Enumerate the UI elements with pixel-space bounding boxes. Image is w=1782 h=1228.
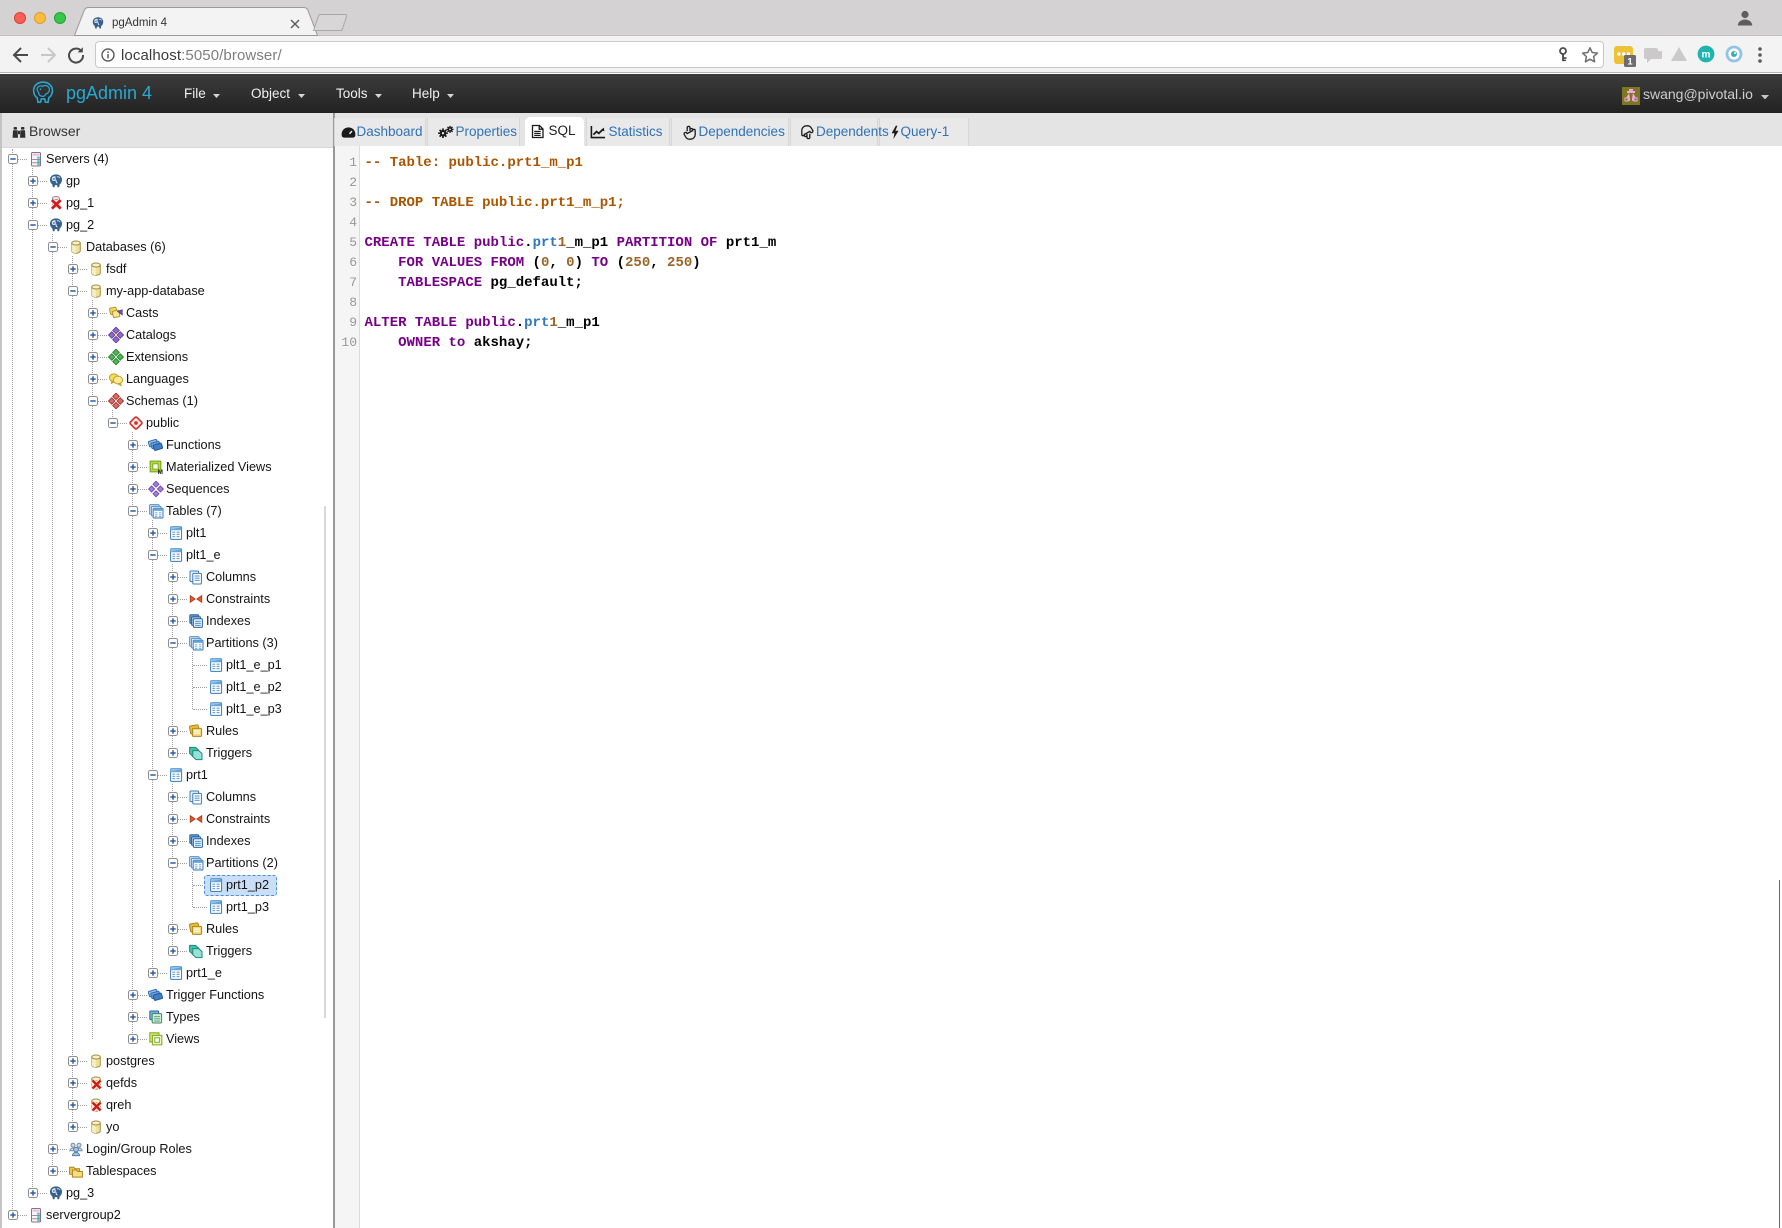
svg-text:M: M xyxy=(158,469,163,475)
svg-text:m: m xyxy=(1702,50,1711,61)
svg-text:1: 1 xyxy=(1627,57,1633,68)
